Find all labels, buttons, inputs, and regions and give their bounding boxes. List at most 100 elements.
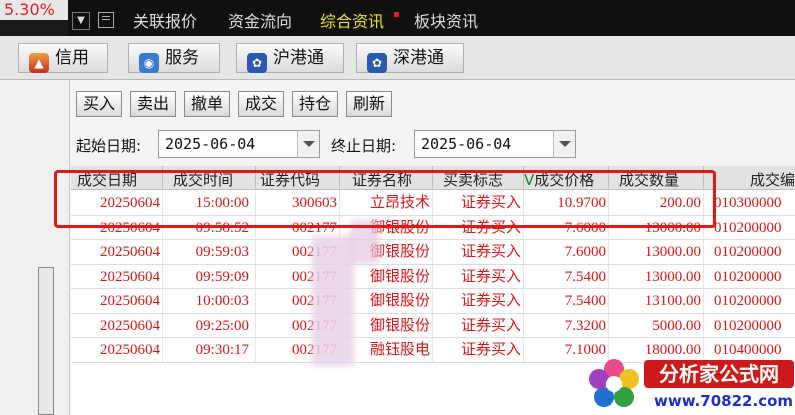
cell-trade-price: 7.6000	[524, 215, 609, 240]
top-toolbar: 5.30% ▼ 关联报价 资金流向 综合资讯 板块资讯	[0, 0, 795, 36]
table-row[interactable]: 2025060409:59:09002177御银股份证券买入7.54001300…	[71, 264, 795, 289]
cell-trade-id: 010200000	[714, 219, 782, 236]
vertical-scrollbar[interactable]	[38, 267, 54, 415]
cell-trade-price: 7.5400	[524, 289, 609, 313]
tab-sz-connect[interactable]: ✿ 深港通	[356, 43, 464, 73]
cell-trade-date: 20250604	[71, 313, 163, 338]
cell-trade-time: 15:00:00	[163, 191, 256, 215]
cell-trade-qty: 5000.00	[609, 313, 704, 338]
flower-logo-icon	[589, 359, 639, 407]
col-stock-name[interactable]: 证券名称	[340, 166, 433, 189]
cell-trade-qty: 13000.00	[609, 240, 704, 264]
service-tab-row: ▲ 信用 ◉ 服务 ✿ 沪港通 ✿ 深港通	[0, 36, 795, 80]
col-trade-price[interactable]: V成交价格	[524, 166, 609, 189]
redaction-blur	[350, 220, 380, 264]
cell-side: 证券买入	[433, 191, 524, 215]
refresh-button[interactable]: 刷新	[346, 91, 392, 117]
cell-side: 证券买入	[433, 338, 524, 362]
cell-trade-qty: 13000.00	[609, 215, 704, 240]
cell-trade-date: 20250604	[71, 338, 163, 362]
tab-hk-connect[interactable]: ✿ 沪港通	[236, 43, 344, 73]
table-row[interactable]: 2025060409:59:03002177御银股份证券买入7.60001300…	[71, 240, 795, 265]
watermark-logo: 分析家公式网 www.70822.com	[584, 356, 795, 415]
col-trade-date[interactable]: 成交日期	[71, 166, 163, 189]
hk-connect-icon: ✿	[247, 53, 267, 73]
tab-credit[interactable]: ▲ 信用	[18, 43, 108, 73]
watermark-title: 分析家公式网	[644, 360, 794, 388]
cell-side: 证券买入	[433, 264, 524, 289]
sort-down-icon: V	[524, 171, 535, 189]
cell-trade-id: 010200000	[714, 268, 782, 285]
toolbar-strip	[0, 20, 68, 36]
tab-service-label: 服务	[165, 48, 199, 68]
table-row[interactable]: 20250604 15:00:00 300603 立昂技术 证券买入 10.9700 200…	[71, 191, 795, 216]
redaction-blur	[312, 236, 354, 366]
sell-button[interactable]: 卖出	[130, 91, 176, 117]
table-row[interactable]: 2025060410:00:03002177御银股份证券买入7.54001310…	[71, 289, 795, 314]
menu-icon[interactable]	[98, 12, 114, 28]
cell-trade-date: 20250604	[71, 215, 163, 240]
positions-button[interactable]: 持仓	[292, 91, 338, 117]
trades-button[interactable]: 成交	[238, 91, 284, 117]
tab-service[interactable]: ◉ 服务	[128, 43, 220, 73]
cell-stock-name: 立昂技术	[340, 191, 433, 215]
table-row[interactable]: 2025060409:25:00002177御银股份证券买入7.32005000…	[71, 313, 795, 338]
table-row[interactable]: 20250604 09:58:52 002177 御银股份 证券买入 7.6000 1300…	[71, 215, 795, 240]
cell-trade-price: 7.6000	[524, 240, 609, 264]
cell-trade-price: 7.5400	[524, 264, 609, 289]
cell-trade-id: 010200000	[714, 293, 782, 309]
chevron-down-icon[interactable]: ▼	[72, 12, 90, 30]
start-date-value: 2025-06-04	[165, 135, 256, 153]
cell-trade-date: 20250604	[71, 191, 163, 215]
tab-sz-connect-label: 深港通	[393, 48, 444, 68]
end-date-label: 终止日期:	[331, 137, 397, 155]
cell-trade-date: 20250604	[71, 289, 163, 313]
col-stock-code[interactable]: 证券代码	[256, 166, 340, 189]
end-date-field[interactable]: 2025-06-04	[414, 130, 576, 158]
cell-trade-time: 09:58:52	[163, 215, 256, 240]
cell-trade-id: 010200000	[714, 244, 782, 260]
cell-trade-price: 10.9700	[524, 191, 609, 215]
tab-hk-connect-label: 沪港通	[273, 48, 324, 68]
cell-trade-price: 7.3200	[524, 313, 609, 338]
col-trade-price-label: 成交价格	[534, 171, 595, 189]
cell-trade-date: 20250604	[71, 264, 163, 289]
cell-trade-date: 20250604	[71, 240, 163, 264]
col-trade-qty[interactable]: 成交数量	[609, 166, 704, 189]
credit-icon: ▲	[29, 53, 49, 73]
col-side[interactable]: 买卖标志	[433, 166, 524, 189]
tab-fund-flow[interactable]: 资金流向	[228, 8, 292, 32]
col-trade-time[interactable]: 成交时间	[163, 166, 256, 189]
cell-side: 证券买入	[433, 240, 524, 264]
cell-trade-qty: 13000.00	[609, 264, 704, 289]
cell-trade-time: 09:30:17	[163, 338, 256, 362]
tab-credit-label: 信用	[55, 48, 89, 68]
start-date-field[interactable]: 2025-06-04	[158, 130, 320, 158]
watermark-url: www.70822.com	[654, 392, 794, 410]
buy-button[interactable]: 买入	[76, 91, 122, 117]
cell-trade-id: 010300000	[714, 195, 782, 211]
cell-trade-time: 10:00:03	[163, 289, 256, 313]
cell-side: 证券买入	[433, 215, 524, 240]
tab-general-news[interactable]: 综合资讯	[320, 8, 384, 32]
col-trade-id[interactable]: 成交编	[704, 166, 795, 189]
cell-side: 证券买入	[433, 289, 524, 313]
service-icon: ◉	[139, 53, 159, 73]
cell-trade-qty: 13100.00	[609, 289, 704, 313]
chevron-down-icon[interactable]	[553, 131, 575, 157]
cancel-order-button[interactable]: 撤单	[184, 91, 230, 117]
cell-stock-code: 300603	[256, 191, 340, 215]
tab-related-quotes[interactable]: 关联报价	[133, 8, 197, 32]
cell-trade-time: 09:59:09	[163, 264, 256, 289]
cell-side: 证券买入	[433, 313, 524, 338]
cell-trade-qty: 200.00	[609, 191, 704, 215]
cell-trade-time: 09:59:03	[163, 240, 256, 264]
left-side-panel	[0, 80, 70, 415]
chevron-down-icon[interactable]	[297, 131, 319, 157]
table-header: 成交日期 成交时间 证券代码 证券名称 买卖标志 V成交价格 成交数量 成交编	[71, 166, 795, 190]
tab-sector-news[interactable]: 板块资讯	[414, 8, 478, 32]
sz-connect-icon: ✿	[367, 53, 387, 73]
new-indicator-dot	[394, 12, 399, 17]
start-date-label: 起始日期:	[76, 137, 142, 155]
end-date-value: 2025-06-04	[421, 135, 512, 153]
